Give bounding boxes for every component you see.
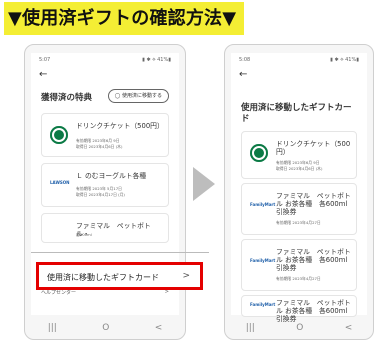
gift-expiry: 有効期限 2023年4月27日 [276,276,321,281]
screen-title: 使用済に移動したギフトカード [241,103,352,124]
gift-name: ファミマル ペットボトル お茶各種 各600ml引換券 [276,192,351,216]
back-nav-icon[interactable]: < [155,323,163,333]
back-arrow-icon[interactable]: ← [39,69,47,80]
gift-acquired-date: 取得日 2023年4月17日 (月) [76,192,125,197]
used-gift-cards-label: 使用済に移動したギフトカード [47,273,159,282]
used-gift-cards-menu-item[interactable]: 使用済に移動したギフトカード > [36,262,203,290]
help-center-link[interactable]: ヘルプセンター > [41,289,169,296]
home-icon[interactable]: O [296,323,303,333]
familymart-logo-icon: FamilyMart [250,258,276,263]
gift-size: 各500ml [76,232,92,237]
right-phone-frame: 5:08 ▮ ✱ ⟡ 41%▮ ← 使用済に移動したギフトカード ドリンクチケッ… [224,44,374,340]
gift-card-item[interactable]: ファミマル ペットボトル・ 各500ml [41,213,169,243]
gift-name: Ｌ のむヨーグルト各種 [76,172,147,180]
status-icons: ▮ ✱ ⟡ 41%▮ [330,57,359,63]
gift-card-item[interactable]: FamilyMart ファミマル ペットボトル お茶各種 各600ml引換券 有… [241,183,357,235]
move-to-used-label: 使用済に移動する [121,93,162,99]
gift-name: ドリンクチケット（500円） [276,140,351,156]
gift-name: ドリンクチケット（500円） [76,122,164,130]
gift-card-item[interactable]: ドリンクチケット（500円） 有効期限 2023年6月 9日 取得日 2023年… [41,113,169,157]
android-nav-bar: ||| O < [25,317,185,339]
left-phone-frame: 5:07 ▮ ✱ ⟡ 41%▮ ← 獲得済の特典 ◯ 使用済に移動する ドリンク… [24,44,186,340]
chevron-right-icon: > [182,271,190,281]
gift-acquired-date: 取得日 2023年4月6日 (木) [76,144,123,149]
android-nav-bar: ||| O < [225,317,373,339]
gift-card-item[interactable]: ドリンクチケット（500円） 有効期限 2023年6月 9日 取得日 2023年… [241,131,357,179]
gift-name: ファミマル ペットボトル お茶各種 各600ml引換券 [276,248,351,272]
status-time: 5:08 [239,57,251,63]
gift-expiry: 有効期限 2023年4月27日 [276,220,321,225]
status-time: 5:07 [39,57,51,63]
familymart-logo-icon: FamilyMart [250,202,276,207]
starbucks-logo-icon [250,144,268,162]
back-nav-icon[interactable]: < [345,323,353,333]
back-arrow-icon[interactable]: ← [239,69,247,80]
callout-divider [31,252,209,253]
move-to-used-button[interactable]: ◯ 使用済に移動する [107,89,169,103]
gift-acquired-date: 取得日 2023年4月6日 (木) [276,166,323,171]
screen-title: 獲得済の特典 [41,93,93,103]
right-phone-screen: 5:08 ▮ ✱ ⟡ 41%▮ ← 使用済に移動したギフトカード ドリンクチケッ… [231,53,367,323]
status-icons: ▮ ✱ ⟡ 41%▮ [142,57,171,63]
gift-expiry: 有効期限 2023年 5月17日 [76,186,122,191]
gift-expiry: 有効期限 2023年6月 9日 [276,160,320,165]
gift-card-item[interactable]: FamilyMart ファミマル ペットボトル お茶各種 各600ml引換券 [241,295,357,323]
recent-apps-icon[interactable]: ||| [48,323,57,333]
help-center-label: ヘルプセンター [41,290,77,296]
circle-icon: ◯ [114,93,122,99]
status-bar: 5:07 ▮ ✱ ⟡ 41%▮ [39,57,171,65]
home-icon[interactable]: O [102,323,109,333]
recent-apps-icon[interactable]: ||| [246,323,255,333]
page-title: ▼使用済ギフトの確認方法▼ [4,2,244,35]
starbucks-logo-icon [50,126,68,144]
gift-expiry: 有効期限 2023年6月 9日 [76,138,120,143]
status-bar: 5:08 ▮ ✱ ⟡ 41%▮ [239,57,359,65]
transition-arrow-icon [193,167,215,201]
gift-card-item[interactable]: LAWSON Ｌ のむヨーグルト各種 有効期限 2023年 5月17日 取得日 … [41,163,169,207]
lawson-logo-icon: LAWSON [50,180,70,185]
gift-card-item[interactable]: FamilyMart ファミマル ペットボトル お茶各種 各600ml引換券 有… [241,239,357,291]
